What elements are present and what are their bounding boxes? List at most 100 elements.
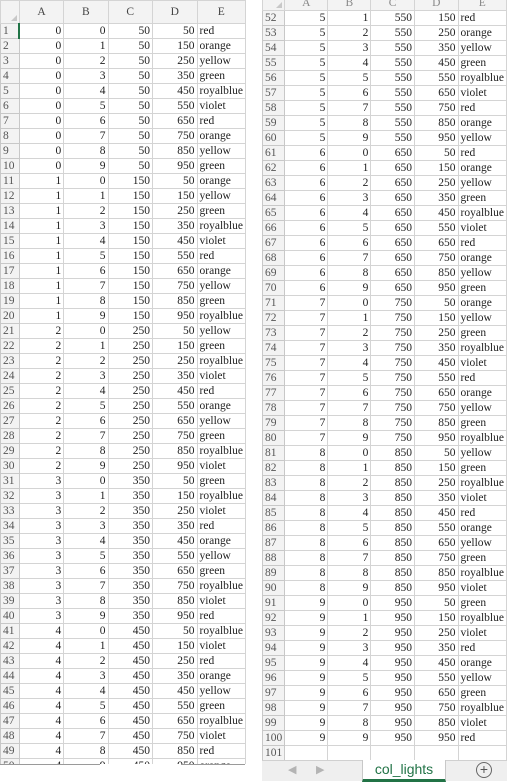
cell-d[interactable]: 650 <box>152 413 198 429</box>
cell-a[interactable]: 0 <box>18 23 65 39</box>
cell-c[interactable]: 450 <box>107 758 154 764</box>
cell-c[interactable]: 150 <box>107 263 154 279</box>
cell-c[interactable]: 550 <box>370 10 415 26</box>
cell-d[interactable]: 50 <box>413 295 459 311</box>
cell-b[interactable]: 5 <box>327 520 372 536</box>
cell-b[interactable] <box>327 745 372 760</box>
cell-e[interactable]: royalblue <box>196 83 246 99</box>
cell-e[interactable]: violet <box>457 625 507 641</box>
cell-a[interactable]: 9 <box>284 595 329 611</box>
row-header[interactable]: 90 <box>262 580 286 596</box>
cell-e[interactable]: royalblue <box>457 700 507 716</box>
row-header[interactable]: 9 <box>0 143 20 159</box>
cell-b[interactable]: 7 <box>63 578 109 594</box>
cell-e[interactable]: violet <box>196 593 246 609</box>
row-header[interactable]: 98 <box>262 700 286 716</box>
cell-b[interactable]: 4 <box>63 233 109 249</box>
cell-c[interactable]: 350 <box>107 503 154 519</box>
column-header-c[interactable]: C <box>370 0 415 11</box>
cell-b[interactable]: 8 <box>327 715 372 731</box>
cell-c[interactable]: 650 <box>370 205 415 221</box>
cell-d[interactable]: 550 <box>152 248 198 264</box>
row-header[interactable]: 44 <box>0 668 20 684</box>
row-header[interactable]: 83 <box>262 475 286 491</box>
cell-b[interactable]: 4 <box>327 205 372 221</box>
cell-d[interactable]: 850 <box>413 715 459 731</box>
cell-a[interactable]: 6 <box>284 280 329 296</box>
row-header[interactable]: 76 <box>262 370 286 386</box>
cell-c[interactable]: 50 <box>107 38 154 54</box>
cell-b[interactable]: 9 <box>63 158 109 174</box>
cell-d[interactable]: 950 <box>152 308 198 324</box>
cell-e[interactable]: green <box>196 338 246 354</box>
cell-c[interactable]: 450 <box>107 653 154 669</box>
cell-c[interactable]: 150 <box>107 248 154 264</box>
cell-a[interactable]: 9 <box>284 700 329 716</box>
cell-a[interactable]: 3 <box>18 533 65 549</box>
cell-a[interactable]: 1 <box>18 203 65 219</box>
cell-c[interactable]: 650 <box>370 235 415 251</box>
cell-a[interactable]: 5 <box>284 100 329 116</box>
cell-c[interactable]: 550 <box>370 40 415 56</box>
cell-c[interactable]: 350 <box>107 473 154 489</box>
cell-d[interactable]: 450 <box>152 683 198 699</box>
row-header[interactable]: 30 <box>0 458 20 474</box>
cell-b[interactable]: 0 <box>327 445 372 461</box>
cell-a[interactable]: 2 <box>18 323 65 339</box>
row-header[interactable]: 43 <box>0 653 20 669</box>
cell-b[interactable]: 7 <box>327 250 372 266</box>
cell-b[interactable]: 5 <box>327 370 372 386</box>
cell-e[interactable]: orange <box>457 520 507 536</box>
cell-b[interactable]: 1 <box>63 338 109 354</box>
cell-c[interactable]: 850 <box>370 535 415 551</box>
cell-d[interactable]: 450 <box>413 655 459 671</box>
cell-e[interactable]: orange <box>196 173 246 189</box>
cell-b[interactable]: 7 <box>327 550 372 566</box>
cell-b[interactable]: 1 <box>63 638 109 654</box>
cell-c[interactable]: 550 <box>370 115 415 131</box>
row-header[interactable]: 94 <box>262 640 286 656</box>
cell-b[interactable]: 1 <box>63 188 109 204</box>
cell-d[interactable]: 350 <box>413 40 459 56</box>
cell-a[interactable]: 6 <box>284 175 329 191</box>
cell-d[interactable]: 850 <box>152 293 198 309</box>
column-header-a[interactable]: A <box>18 0 65 24</box>
cell-e[interactable]: royalblue <box>457 340 507 356</box>
cell-a[interactable]: 4 <box>18 698 65 714</box>
cell-e[interactable]: red <box>196 383 246 399</box>
cell-d[interactable]: 650 <box>413 235 459 251</box>
cell-a[interactable]: 0 <box>18 143 65 159</box>
cell-c[interactable]: 950 <box>370 655 415 671</box>
cell-e[interactable]: red <box>457 505 507 521</box>
row-header[interactable]: 28 <box>0 428 20 444</box>
cell-d[interactable]: 450 <box>152 533 198 549</box>
cell-a[interactable]: 8 <box>284 550 329 566</box>
cell-e[interactable]: red <box>457 370 507 386</box>
cell-a[interactable]: 1 <box>18 218 65 234</box>
cell-a[interactable]: 7 <box>284 355 329 371</box>
row-header[interactable]: 96 <box>262 670 286 686</box>
cell-c[interactable]: 850 <box>370 445 415 461</box>
cell-c[interactable]: 750 <box>370 430 415 446</box>
cell-e[interactable]: royalblue <box>196 443 246 459</box>
cell-d[interactable]: 450 <box>152 83 198 99</box>
cell-d[interactable]: 150 <box>413 610 459 626</box>
cell-c[interactable]: 450 <box>107 683 154 699</box>
cell-a[interactable]: 1 <box>18 278 65 294</box>
cell-a[interactable]: 2 <box>18 413 65 429</box>
cell-a[interactable]: 2 <box>18 398 65 414</box>
cell-b[interactable]: 8 <box>63 743 109 759</box>
row-header[interactable]: 38 <box>0 578 20 594</box>
cell-b[interactable]: 0 <box>327 145 372 161</box>
cell-b[interactable]: 1 <box>327 460 372 476</box>
cell-a[interactable]: 5 <box>284 10 329 26</box>
cell-c[interactable]: 350 <box>107 488 154 504</box>
cell-e[interactable]: green <box>196 473 246 489</box>
cell-e[interactable]: green <box>196 68 246 84</box>
cell-a[interactable]: 5 <box>284 130 329 146</box>
row-header[interactable]: 85 <box>262 505 286 521</box>
cell-c[interactable]: 350 <box>107 578 154 594</box>
row-header[interactable]: 11 <box>0 173 20 189</box>
cell-e[interactable]: red <box>457 100 507 116</box>
cell-a[interactable]: 5 <box>284 55 329 71</box>
